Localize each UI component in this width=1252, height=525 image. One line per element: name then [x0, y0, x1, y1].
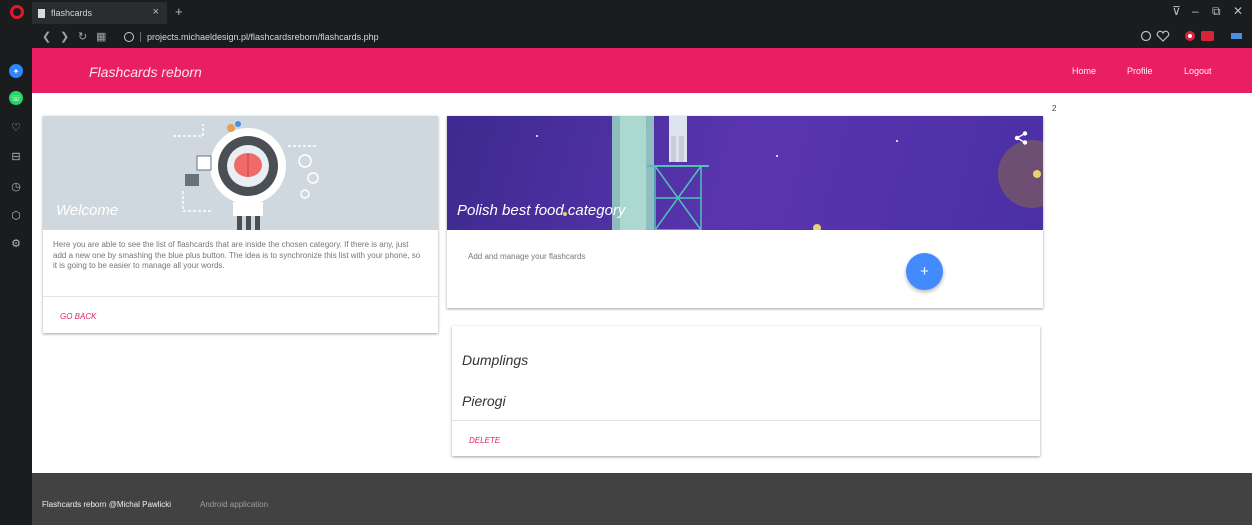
footer-android-link[interactable]: Android application	[200, 500, 268, 509]
add-flashcard-button[interactable]: +	[906, 253, 943, 290]
category-title: Polish best food category	[457, 202, 626, 219]
app-bar: Flashcards reborn Home Profile Logout	[32, 48, 1252, 93]
inbox-icon[interactable]: ⊟	[9, 149, 23, 163]
box-icon[interactable]: ⬡	[9, 208, 23, 222]
welcome-description: Here you are able to see the list of fla…	[53, 240, 421, 270]
nav-profile[interactable]: Profile	[1127, 66, 1153, 76]
new-tab-button[interactable]: +	[175, 4, 183, 19]
speed-dial-icon[interactable]: ▦	[96, 30, 106, 43]
tab-close-icon[interactable]: ×	[153, 6, 159, 18]
card-divider	[43, 296, 438, 297]
gear-icon[interactable]: ⚙	[9, 236, 23, 250]
delete-link[interactable]: DELETE	[469, 436, 500, 445]
welcome-title: Welcome	[56, 202, 119, 219]
vpn-icon[interactable]	[1140, 30, 1154, 42]
welcome-illustration: Welcome	[43, 116, 438, 230]
globe-icon	[124, 32, 134, 42]
url-separator	[140, 32, 141, 42]
heart-icon[interactable]: ♡	[9, 120, 23, 134]
back-icon[interactable]: ❮	[42, 30, 51, 43]
battery-icon[interactable]	[1230, 30, 1244, 42]
footer-copyright: Flashcards reborn @Michal Pawlicki	[42, 500, 172, 509]
go-back-link[interactable]: GO BACK	[60, 312, 96, 321]
messenger-icon[interactable]: ✦	[9, 64, 23, 78]
heart-outline-icon[interactable]	[1156, 30, 1170, 42]
nav-home[interactable]: Home	[1072, 66, 1096, 76]
count-badge: 2	[1052, 104, 1057, 113]
share-icon[interactable]	[1014, 131, 1028, 145]
nav-logout[interactable]: Logout	[1184, 66, 1212, 76]
tab-title: flashcards	[51, 8, 93, 18]
category-card: Polish best food category Add and manage…	[447, 116, 1043, 308]
extension-icon[interactable]	[1184, 30, 1198, 42]
category-illustration: Polish best food category	[447, 116, 1043, 230]
web-page: Flashcards reborn Home Profile Logout We…	[32, 48, 1252, 525]
flashcard-item[interactable]: Dumplings	[462, 352, 528, 368]
flashcard-item[interactable]: Pierogi	[462, 393, 506, 409]
card-divider	[452, 420, 1040, 421]
url-field[interactable]: projects.michaeldesign.pl/flashcardsrebo…	[120, 29, 1180, 45]
minimize-button[interactable]: –	[1192, 4, 1199, 18]
category-subtitle: Add and manage your flashcards	[468, 252, 586, 261]
welcome-card: Welcome Here you are able to see the lis…	[43, 116, 438, 333]
address-bar: ❮ ❯ ↻ ▦ projects.michaeldesign.pl/flashc…	[32, 26, 1252, 48]
close-window-button[interactable]: ✕	[1233, 4, 1243, 18]
url-text: projects.michaeldesign.pl/flashcardsrebo…	[147, 32, 379, 42]
document-icon	[38, 8, 45, 18]
reload-icon[interactable]: ↻	[78, 30, 87, 43]
maximize-button[interactable]: ⧉	[1212, 4, 1221, 19]
browser-sidebar: ✦ ☏ ♡ ⊟ ◷ ⬡ ⚙	[0, 26, 32, 525]
adblock-icon[interactable]	[1200, 30, 1216, 42]
brand-title[interactable]: Flashcards reborn	[89, 64, 202, 80]
browser-tab[interactable]: flashcards ×	[32, 2, 167, 24]
history-icon[interactable]: ◷	[9, 179, 23, 193]
forward-icon[interactable]: ❯	[60, 30, 69, 43]
page-footer: Flashcards reborn @Michal Pawlicki Andro…	[32, 473, 1252, 525]
flashcards-list-card: Dumplings Pierogi DELETE	[452, 326, 1040, 456]
whatsapp-icon[interactable]: ☏	[9, 91, 23, 105]
opera-logo-icon[interactable]	[10, 5, 24, 19]
tab-menu-icon[interactable]: ⊽	[1172, 4, 1181, 18]
browser-tab-bar: flashcards × + ⊽ – ⧉ ✕	[0, 0, 1252, 26]
